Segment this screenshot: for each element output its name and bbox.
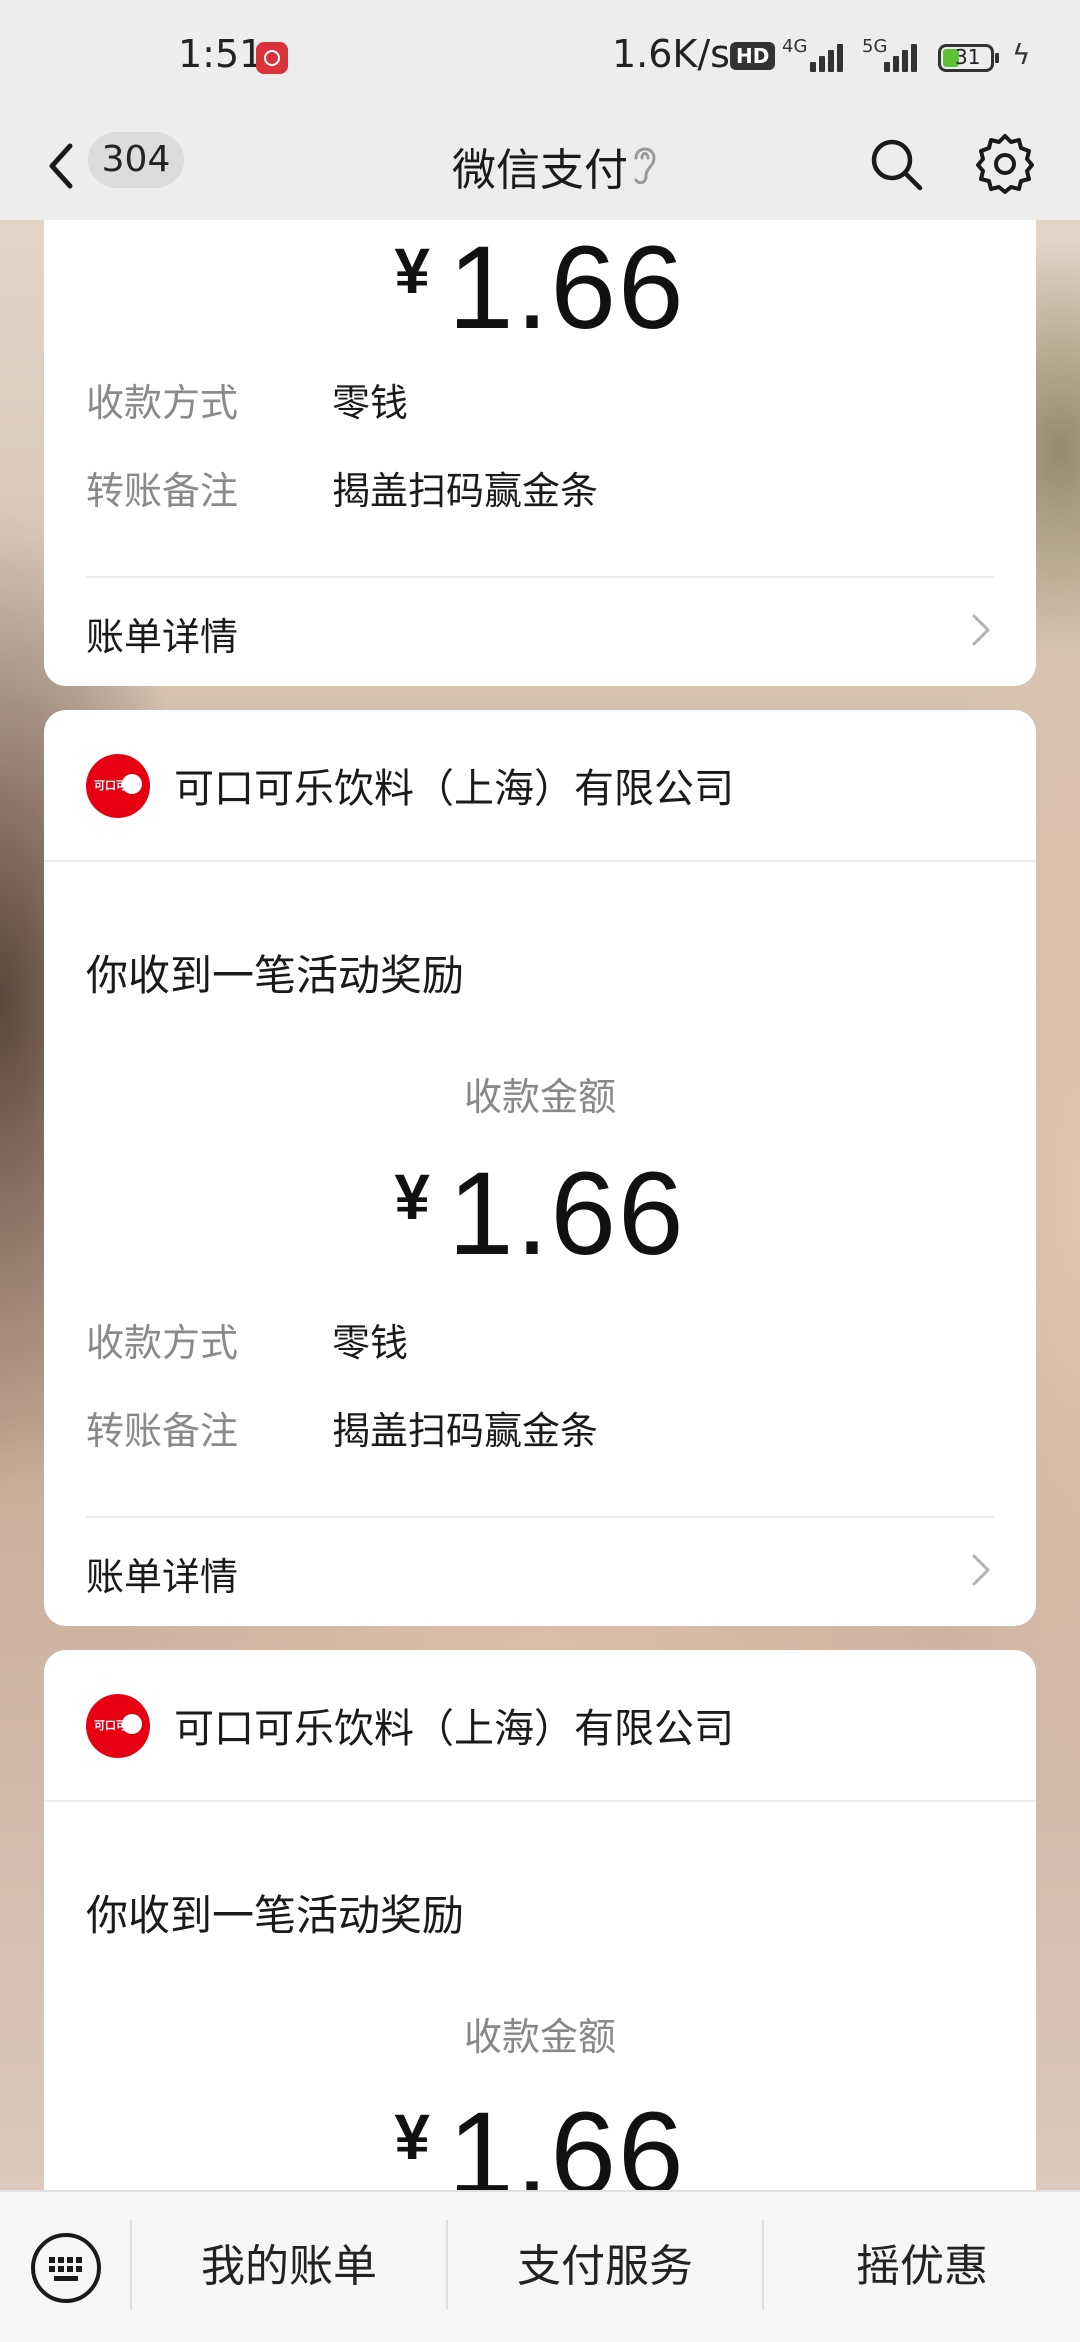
currency-symbol: ¥ — [394, 1161, 430, 1233]
card-header[interactable]: 可口可乐 可口可乐饮料（上海）有限公司 — [44, 710, 1036, 862]
gear-icon[interactable] — [974, 132, 1036, 194]
amount-label: 收款金额 — [463, 1075, 616, 1119]
coca-cola-logo-icon: 可口可乐 — [86, 754, 150, 818]
payment-amount: ¥1.66 — [44, 220, 1036, 356]
transfer-memo-label: 转账备注 — [86, 469, 239, 513]
battery-icon: 31 — [938, 44, 999, 72]
menu-payment-services[interactable]: 支付服务 — [448, 2192, 762, 2342]
payment-card: 可口可乐 可口可乐饮料（上海）有限公司 你收到一笔活动奖励 收款金额 ¥1.66 — [44, 1650, 1036, 2250]
payment-method-label: 收款方式 — [86, 381, 239, 425]
amount-value: 1.66 — [447, 1148, 686, 1280]
app-notification-icon — [256, 42, 288, 74]
divider — [86, 576, 994, 578]
network-speed: 1.6K/s — [612, 32, 730, 76]
payment-amount: ¥1.66 — [44, 1146, 1036, 1282]
status-bar: 1:51 1.6K/s HD 4G 5G 31 ϟ — [0, 0, 1080, 110]
search-icon[interactable] — [866, 134, 926, 194]
battery-level: 31 — [955, 45, 981, 69]
signal-4g-icon — [810, 40, 850, 72]
charging-icon: ϟ — [1012, 38, 1031, 71]
amount-label: 收款金额 — [463, 2015, 616, 2059]
menu-my-bills[interactable]: 我的账单 — [132, 2192, 446, 2342]
status-time: 1:51 — [178, 32, 264, 76]
bill-details-link[interactable]: 账单详情 — [86, 606, 238, 661]
network-type-4g: 4G — [782, 36, 808, 57]
notice-title: 你收到一笔活动奖励 — [86, 1891, 465, 1940]
transfer-memo-label: 转账备注 — [86, 1409, 239, 1453]
bill-details-link[interactable]: 账单详情 — [86, 1546, 238, 1601]
transfer-memo-value: 揭盖扫码赢金条 — [332, 469, 599, 513]
merchant-name: 可口可乐饮料（上海）有限公司 — [174, 766, 734, 812]
payment-method-value: 零钱 — [332, 381, 409, 425]
signal-5g-icon — [884, 40, 924, 72]
payment-method-value: 零钱 — [332, 1321, 409, 1365]
nav-bar: 304 微信支付 — [0, 110, 1080, 220]
hd-voice-icon: HD — [730, 42, 776, 70]
menu-shake-offers[interactable]: 摇优惠 — [764, 2192, 1080, 2342]
coca-cola-logo-icon: 可口可乐 — [86, 1694, 150, 1758]
card-header[interactable]: 可口可乐 可口可乐饮料（上海）有限公司 — [44, 1650, 1036, 1802]
chevron-right-icon — [972, 1554, 990, 1586]
keyboard-icon[interactable] — [30, 2232, 102, 2304]
currency-symbol: ¥ — [394, 235, 430, 307]
ear-mode-icon — [634, 147, 656, 185]
currency-symbol: ¥ — [394, 2101, 430, 2173]
payment-method-label: 收款方式 — [86, 1321, 239, 1365]
chevron-right-icon — [972, 614, 990, 646]
divider — [86, 1516, 994, 1518]
notice-title: 你收到一笔活动奖励 — [86, 951, 465, 1000]
amount-value: 1.66 — [447, 222, 686, 354]
transfer-memo-value: 揭盖扫码赢金条 — [332, 1409, 599, 1453]
merchant-name: 可口可乐饮料（上海）有限公司 — [174, 1706, 734, 1752]
bottom-menu-bar: 我的账单 支付服务 摇优惠 — [0, 2190, 1080, 2342]
payment-card: 可口可乐 可口可乐饮料（上海）有限公司 你收到一笔活动奖励 收款金额 ¥1.66… — [44, 710, 1036, 1626]
